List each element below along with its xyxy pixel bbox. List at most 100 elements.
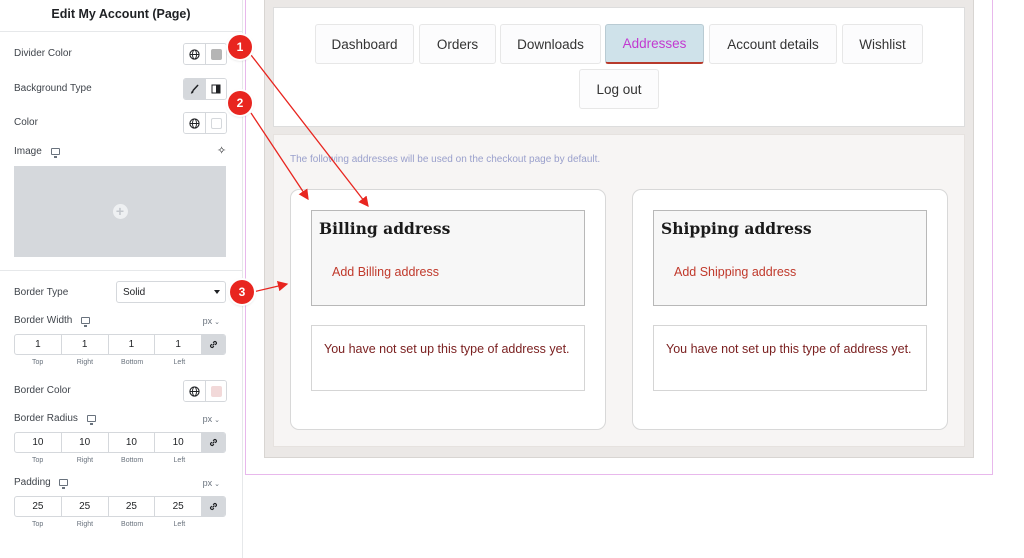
color-label: Color xyxy=(14,117,38,128)
border-width-right[interactable]: 1 xyxy=(62,335,109,354)
border-width-top[interactable]: 1 xyxy=(15,335,62,354)
border-color-swatch[interactable] xyxy=(205,381,226,401)
border-radius-left[interactable]: 10 xyxy=(155,433,202,452)
border-width-label: Border Width xyxy=(14,315,91,327)
monitor-icon[interactable] xyxy=(81,316,91,327)
label-left: Left xyxy=(173,457,186,464)
chevron-down-icon: ⌄ xyxy=(214,481,220,488)
padding-label-text: Padding xyxy=(14,477,51,488)
billing-address-message: You have not set up this type of address… xyxy=(311,325,585,391)
border-radius-inputs: 10 10 10 10 xyxy=(14,432,226,453)
link-icon[interactable] xyxy=(202,497,225,516)
padding-inputs: 25 25 25 25 xyxy=(14,496,226,517)
add-billing-address-link[interactable]: Add Billing address xyxy=(332,265,439,279)
unit-text: px xyxy=(202,316,213,326)
padding-left[interactable]: 25 xyxy=(155,497,202,516)
panel-title: Edit My Account (Page) xyxy=(0,0,242,32)
padding-bottom[interactable]: 25 xyxy=(109,497,156,516)
padding-right[interactable]: 25 xyxy=(62,497,109,516)
border-width-left[interactable]: 1 xyxy=(155,335,202,354)
label-right: Right xyxy=(76,359,94,366)
border-radius-sublabels: Top Right Bottom Left xyxy=(14,457,203,464)
padding-sublabels: Top Right Bottom Left xyxy=(14,521,203,528)
border-radius-label: Border Radius xyxy=(14,413,96,425)
annotation-badge-1: 1 xyxy=(228,35,252,59)
sparkle-icon[interactable]: ✧ xyxy=(217,144,226,157)
addresses-notice: The following addresses will be used on … xyxy=(290,154,601,165)
link-icon[interactable] xyxy=(202,433,225,452)
section-divider xyxy=(0,270,243,271)
annotation-badge-2: 2 xyxy=(228,91,252,115)
screen: Edit My Account (Page) Divider Color Bac… xyxy=(0,0,1024,558)
border-color-control xyxy=(183,380,227,402)
plus-icon: + xyxy=(112,204,128,219)
background-type-control xyxy=(183,78,227,100)
border-width-bottom[interactable]: 1 xyxy=(109,335,156,354)
color-swatch[interactable] xyxy=(205,113,226,133)
label-left: Left xyxy=(173,521,186,528)
divider-color-control xyxy=(183,43,227,65)
label-left: Left xyxy=(173,359,186,366)
border-width-inputs: 1 1 1 1 xyxy=(14,334,226,355)
padding-top[interactable]: 25 xyxy=(15,497,62,516)
border-radius-bottom[interactable]: 10 xyxy=(109,433,156,452)
color-control xyxy=(183,112,227,134)
border-color-label: Border Color xyxy=(14,385,71,396)
border-type-value: Solid xyxy=(123,287,146,298)
classic-brush-icon[interactable] xyxy=(184,79,205,99)
unit-text: px xyxy=(202,414,213,424)
caret-down-icon xyxy=(214,290,220,294)
annotation-badge-3: 3 xyxy=(230,280,254,304)
tab-log-out[interactable]: Log out xyxy=(579,69,659,109)
border-radius-unit[interactable]: px ⌄ xyxy=(203,414,220,424)
editor-panel: Edit My Account (Page) Divider Color Bac… xyxy=(0,0,243,558)
border-radius-right[interactable]: 10 xyxy=(62,433,109,452)
monitor-icon[interactable] xyxy=(86,414,96,425)
label-right: Right xyxy=(76,521,94,528)
billing-address-title: Billing address xyxy=(319,219,451,238)
image-label-text: Image xyxy=(14,146,42,157)
monitor-icon[interactable] xyxy=(59,478,69,489)
unit-text: px xyxy=(202,478,213,488)
label-top: Top xyxy=(31,457,44,464)
tab-orders[interactable]: Orders xyxy=(419,24,496,64)
label-bottom: Bottom xyxy=(121,521,144,528)
label-bottom: Bottom xyxy=(121,457,144,464)
border-radius-label-text: Border Radius xyxy=(14,413,78,424)
gradient-icon[interactable] xyxy=(205,79,226,99)
tab-addresses[interactable]: Addresses xyxy=(605,24,704,64)
divider-color-label: Divider Color xyxy=(14,48,72,59)
link-icon[interactable] xyxy=(202,335,225,354)
billing-address-header: Billing address Add Billing address xyxy=(311,210,585,306)
tab-downloads[interactable]: Downloads xyxy=(500,24,601,64)
border-type-label: Border Type xyxy=(14,287,69,298)
chevron-down-icon: ⌄ xyxy=(214,417,220,424)
border-radius-top[interactable]: 10 xyxy=(15,433,62,452)
shipping-address-header: Shipping address Add Shipping address xyxy=(653,210,927,306)
border-width-unit[interactable]: px ⌄ xyxy=(203,316,220,326)
background-type-label: Background Type xyxy=(14,83,92,94)
image-label: Image xyxy=(14,146,60,158)
padding-unit[interactable]: px ⌄ xyxy=(203,478,220,488)
label-bottom: Bottom xyxy=(121,359,144,366)
shipping-address-message: You have not set up this type of address… xyxy=(653,325,927,391)
border-width-label-text: Border Width xyxy=(14,315,73,326)
chevron-down-icon: ⌄ xyxy=(214,319,220,326)
divider-color-swatch[interactable] xyxy=(205,44,226,64)
border-type-select[interactable]: Solid xyxy=(116,281,226,303)
globe-icon[interactable] xyxy=(184,113,205,133)
tab-wishlist[interactable]: Wishlist xyxy=(842,24,923,64)
shipping-address-title: Shipping address xyxy=(661,219,812,238)
label-top: Top xyxy=(31,359,44,366)
tab-account-details[interactable]: Account details xyxy=(709,24,837,64)
image-upload-area[interactable]: + xyxy=(14,166,226,257)
border-width-sublabels: Top Right Bottom Left xyxy=(14,359,203,366)
label-right: Right xyxy=(76,457,94,464)
globe-icon[interactable] xyxy=(184,44,205,64)
add-shipping-address-link[interactable]: Add Shipping address xyxy=(674,265,796,279)
tab-dashboard[interactable]: Dashboard xyxy=(315,24,414,64)
label-top: Top xyxy=(31,521,44,528)
padding-label: Padding xyxy=(14,477,69,489)
monitor-icon[interactable] xyxy=(50,147,60,158)
globe-icon[interactable] xyxy=(184,381,205,401)
